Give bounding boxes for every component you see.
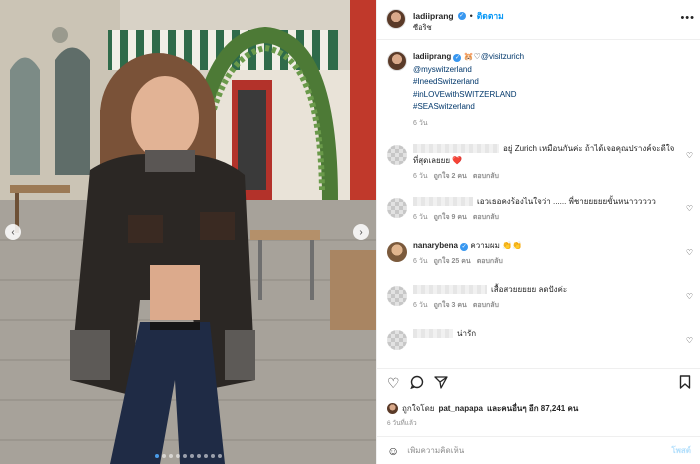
carousel-indicator xyxy=(0,454,376,458)
post-comment-button[interactable]: โพสต์ xyxy=(671,444,691,457)
follow-button[interactable]: ติดตาม xyxy=(477,9,504,23)
verified-badge-icon: ✓ xyxy=(457,12,466,20)
caption-username[interactable]: ladiiprang xyxy=(413,52,451,61)
reply-button[interactable]: ตอบกลับ xyxy=(477,256,503,267)
heart-icon[interactable]: ♡ xyxy=(387,376,400,390)
more-options-icon[interactable]: ••• xyxy=(680,12,695,24)
carousel-dot xyxy=(175,454,180,458)
comment-like-heart-icon[interactable]: ♡ xyxy=(686,248,693,257)
bookmark-icon[interactable] xyxy=(679,374,691,391)
caption-hashtag[interactable]: #IneedSwitzerland xyxy=(413,77,479,86)
verified-badge-icon: ✓ xyxy=(453,54,462,62)
comment-like-heart-icon[interactable]: ♡ xyxy=(686,204,693,213)
comment-time[interactable]: 6 วัน xyxy=(413,300,428,311)
comment-item: เอวเธอคงร้องไนใจว่า ...... พี่ชายยยยยขั้… xyxy=(387,196,693,226)
caption-avatar[interactable] xyxy=(387,51,407,71)
comment-time[interactable]: 6 วัน xyxy=(413,212,428,223)
comment-like-heart-icon[interactable]: ♡ xyxy=(686,336,693,345)
carousel-dot xyxy=(217,454,222,458)
caption-emoji: 🐹♡ xyxy=(463,52,481,61)
liker-avatar xyxy=(387,403,398,414)
posted-time[interactable]: 6 วันที่แล้ว xyxy=(387,418,417,428)
comment-likes[interactable]: ถูกใจ 25 คน xyxy=(434,256,471,267)
comment-likes[interactable]: ถูกใจ 9 คน xyxy=(434,212,467,223)
comment-item: nanarybena ✓ ความผม 👏👏 6 วัน ถูกใจ 25 คน… xyxy=(387,240,693,270)
comment-like-heart-icon[interactable]: ♡ xyxy=(686,151,693,160)
comment-likes[interactable]: ถูกใจ 3 คน xyxy=(434,300,467,311)
post-caption: ladiiprang ✓ 🐹♡@visitzurich @myswitzerla… xyxy=(387,51,691,129)
likes-prefix: ถูกใจโดย xyxy=(402,404,435,413)
comments-list[interactable]: ladiiprang ✓ 🐹♡@visitzurich @myswitzerla… xyxy=(377,45,700,365)
post-header: ladiiprang ✓ • ติดตาม ซือริช ••• xyxy=(377,0,700,40)
carousel-dot xyxy=(196,454,201,458)
caption-mention[interactable]: @visitzurich xyxy=(481,52,524,61)
verified-badge-icon: ✓ xyxy=(460,242,469,251)
photo-scene xyxy=(0,0,376,464)
next-photo-button[interactable]: › xyxy=(353,224,369,240)
carousel-dot xyxy=(161,454,166,458)
commenter-avatar[interactable] xyxy=(387,197,407,218)
commenter-username[interactable]: nanarybena xyxy=(413,241,458,250)
comment-item: เสื้อสวยยยยย ลดปังค่ะ 6 วัน ถูกใจ 3 คน ต… xyxy=(387,284,693,314)
likes-summary[interactable]: ถูกใจโดย pat_napapa และคนอื่นๆ อีก 87,24… xyxy=(387,402,578,415)
reply-button[interactable]: ตอบกลับ xyxy=(473,212,499,223)
caption-tag[interactable]: @myswitzerland xyxy=(413,65,472,74)
carousel-dot xyxy=(154,454,159,458)
comment-time[interactable]: 6 วัน xyxy=(413,256,428,267)
carousel-dot xyxy=(203,454,208,458)
commenter-username-redacted[interactable] xyxy=(413,328,453,338)
add-comment-bar: ☺ โพสต์ xyxy=(377,436,700,464)
carousel-dot xyxy=(182,454,187,458)
likes-count[interactable]: และคนอื่นๆ อีก 87,241 คน xyxy=(487,402,578,415)
carousel-dot xyxy=(189,454,194,458)
commenter-avatar[interactable] xyxy=(387,285,407,306)
carousel-dot xyxy=(168,454,173,458)
commenter-username-redacted[interactable] xyxy=(413,284,487,294)
author-username[interactable]: ladiiprang xyxy=(413,11,454,21)
comment-text: เอวเธอคงร้องไนใจว่า ...... พี่ชายยยยยขั้… xyxy=(477,196,656,206)
previous-photo-button[interactable]: ‹ xyxy=(5,224,21,240)
commenter-avatar[interactable] xyxy=(387,144,407,165)
comment-text: ความผม 👏👏 xyxy=(470,240,523,250)
reply-button[interactable]: ตอบกลับ xyxy=(473,300,499,311)
post-photo[interactable]: ‹ › xyxy=(0,0,376,464)
author-avatar[interactable] xyxy=(386,9,406,29)
comment-like-heart-icon[interactable]: ♡ xyxy=(686,292,693,301)
separator-dot: • xyxy=(469,11,473,21)
commenter-avatar[interactable] xyxy=(387,329,407,350)
emoji-icon[interactable]: ☺ xyxy=(387,444,399,458)
carousel-dot xyxy=(210,454,215,458)
comment-time[interactable]: 6 วัน xyxy=(413,171,428,182)
instagram-post: ‹ › ladiiprang ✓ • ติดตาม ซือริช ••• lad… xyxy=(0,0,700,464)
comment-likes[interactable]: ถูกใจ 2 คน xyxy=(434,171,467,182)
comment-text: เสื้อสวยยยยย ลดปังค่ะ xyxy=(491,284,568,294)
commenter-avatar[interactable] xyxy=(387,241,407,262)
caption-hashtag[interactable]: #SEASwitzerland xyxy=(413,102,475,111)
share-icon[interactable] xyxy=(433,375,448,391)
comment-input[interactable] xyxy=(407,446,664,455)
commenter-username-redacted[interactable] xyxy=(413,143,499,153)
commenter-username-redacted[interactable] xyxy=(413,196,473,206)
reply-button[interactable]: ตอบกลับ xyxy=(473,171,499,182)
comment-text: น่ารัก xyxy=(457,328,477,338)
post-location[interactable]: ซือริช xyxy=(413,22,432,34)
comment-item: น่ารัก ♡ xyxy=(387,328,693,358)
comment-item: อยู่ Zurich เหมือนกันค่ะ ถ้าได้เจอคุณปรา… xyxy=(387,143,693,182)
post-detail-panel: ladiiprang ✓ • ติดตาม ซือริช ••• ladiipr… xyxy=(376,0,700,464)
comment-icon[interactable] xyxy=(409,375,424,391)
post-actions-bar: ♡ xyxy=(377,368,700,396)
liker-username[interactable]: pat_napapa xyxy=(438,404,482,413)
caption-hashtag[interactable]: #inLOVEwithSWITZERLAND xyxy=(413,90,517,99)
caption-time[interactable]: 6 วัน xyxy=(413,118,691,129)
author-row: ladiiprang ✓ • ติดตาม xyxy=(413,9,504,23)
